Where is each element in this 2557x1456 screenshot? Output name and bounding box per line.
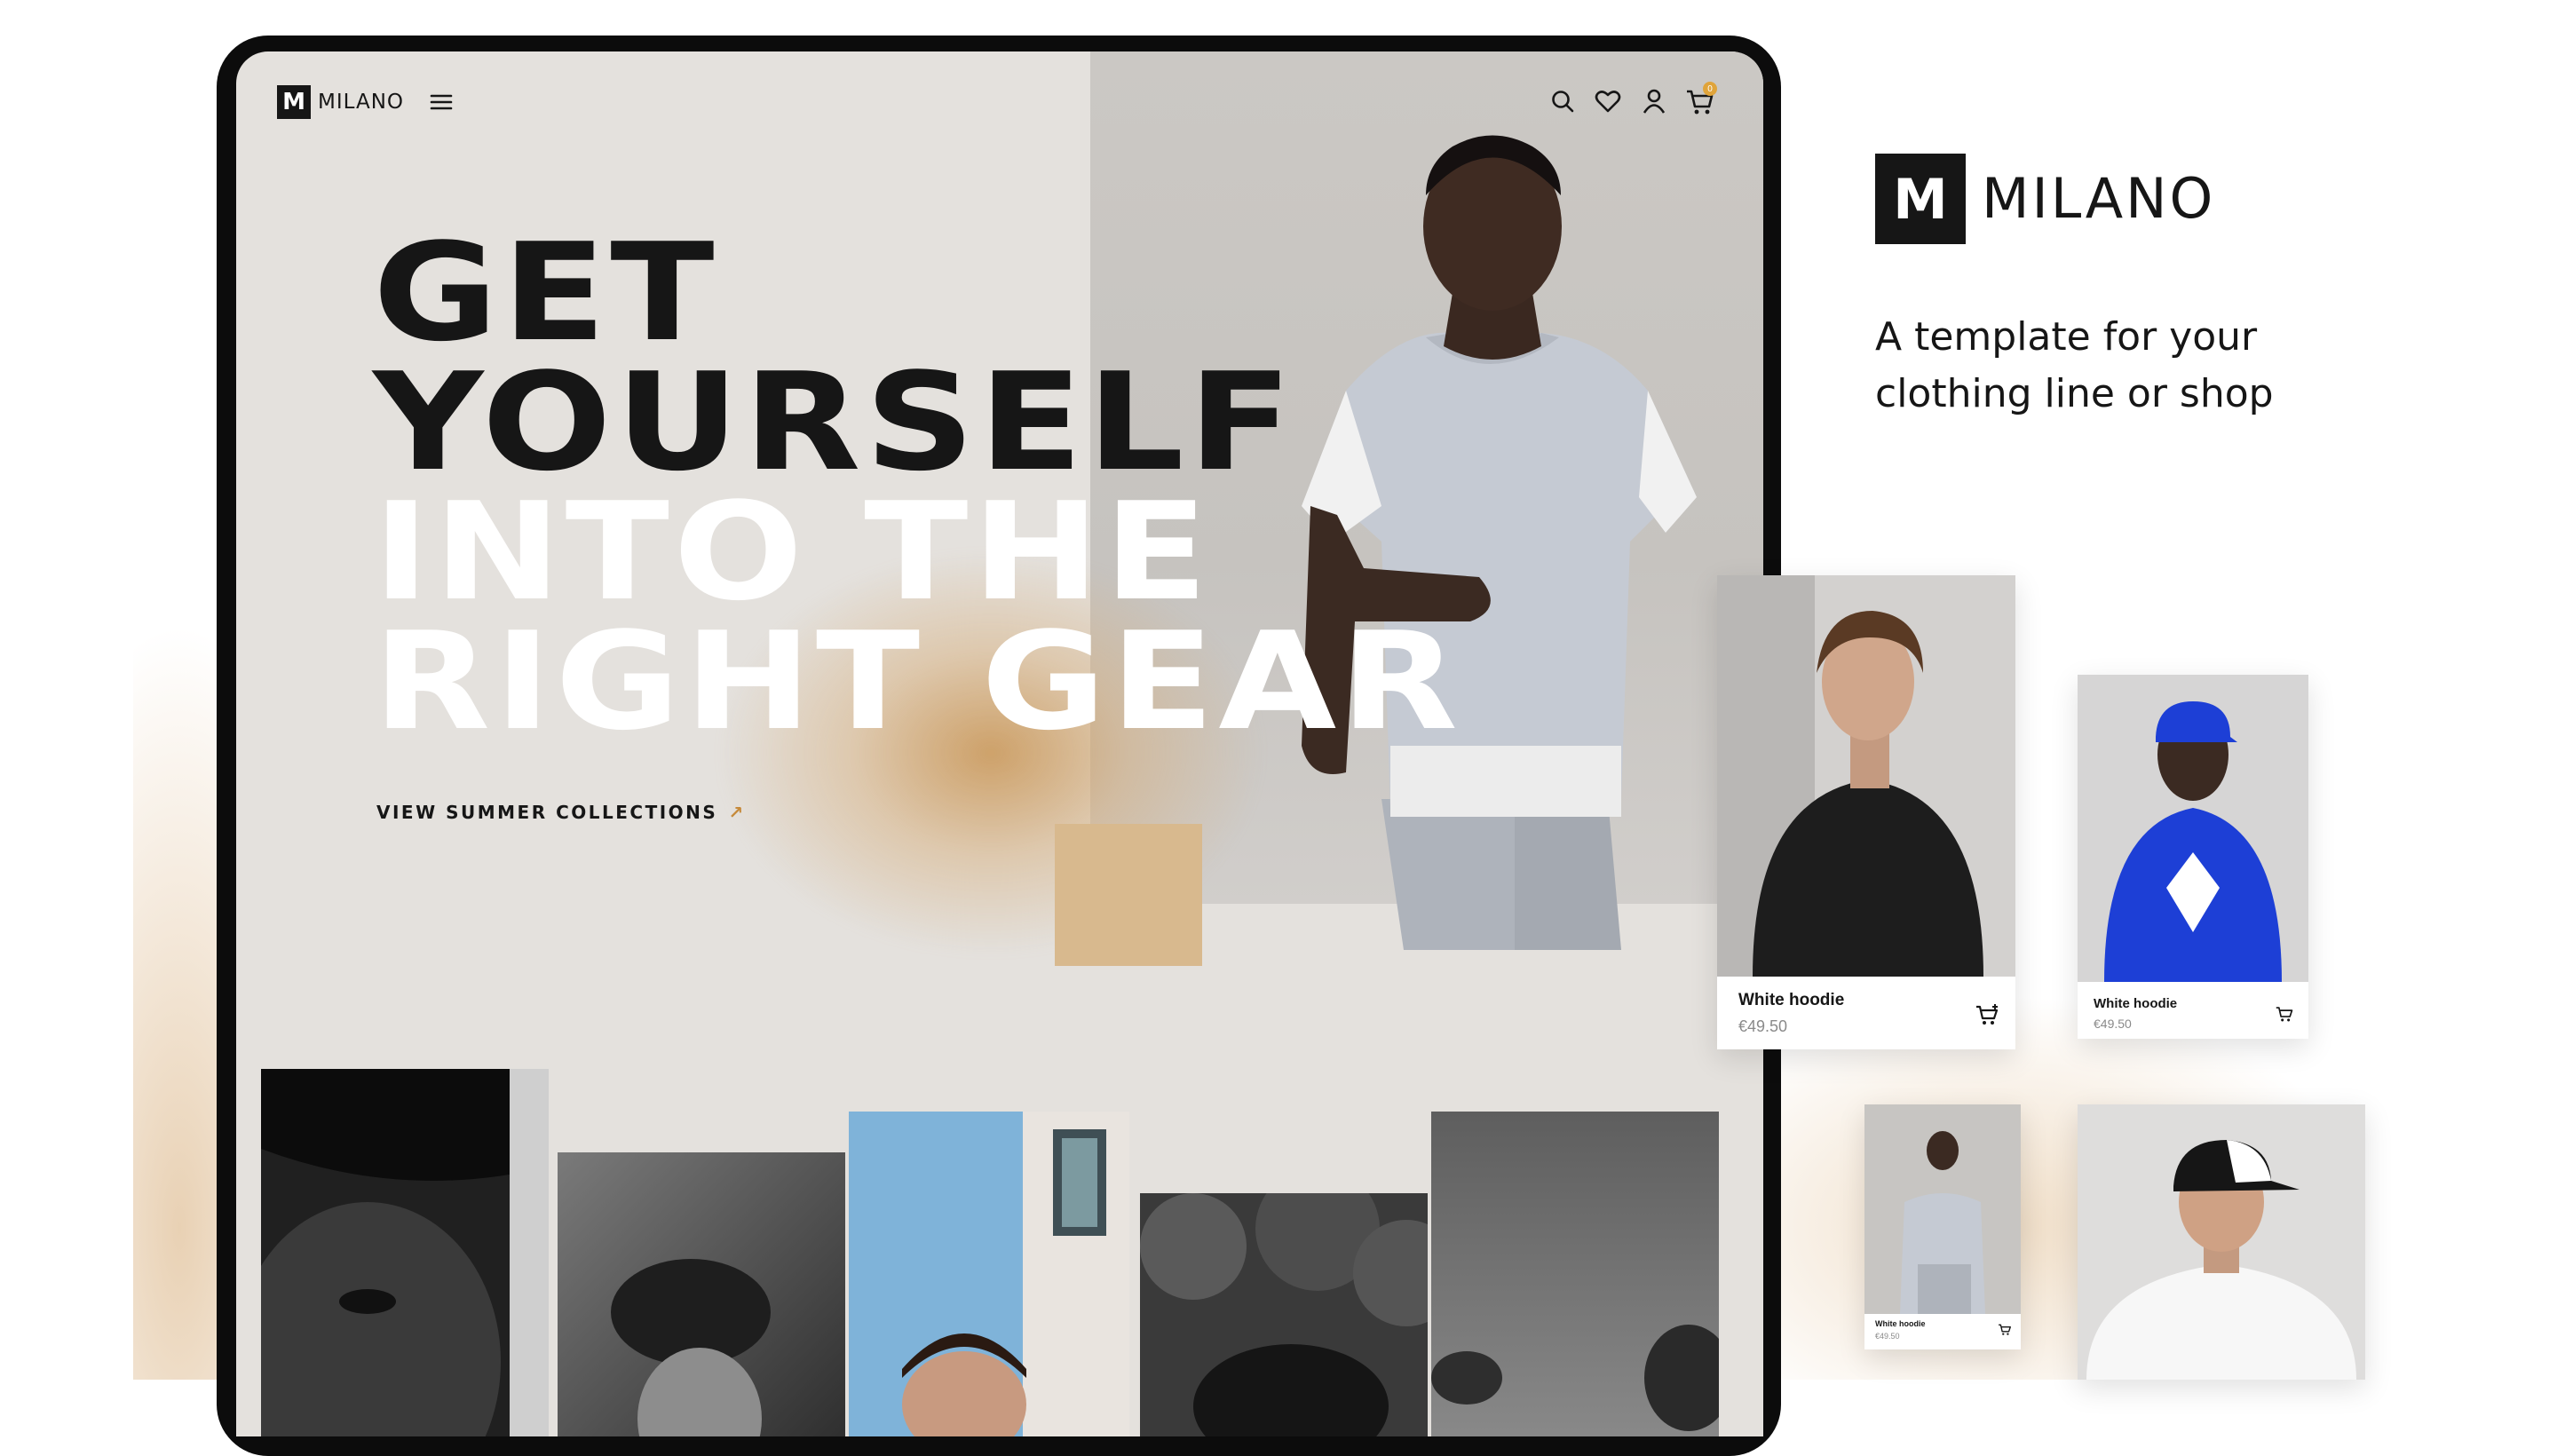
product-photo-3	[1864, 1104, 2021, 1314]
gallery-tile-4[interactable]	[1140, 1193, 1428, 1436]
hamburger-menu-icon[interactable]	[430, 92, 453, 112]
product-price-1: €49.50	[1738, 1017, 1788, 1035]
nav-logo-mark[interactable]: M	[277, 85, 311, 119]
brand-name: MILANO	[1982, 166, 2216, 231]
cta-label: VIEW SUMMER COLLECTIONS	[376, 802, 718, 823]
product-card-3[interactable]: White hoodie €49.50	[1864, 1104, 2021, 1349]
hero-headline-line-4: RIGHT GEAR	[373, 603, 1462, 760]
product-photo-1	[1717, 575, 2015, 977]
hero-headline-line-3: INTO THE	[373, 473, 1213, 630]
cart-count-badge: 0	[1703, 82, 1717, 96]
hero-headline-line-1: GET	[373, 214, 719, 371]
product-price-2: €49.50	[2094, 1017, 2132, 1031]
add-to-cart-icon[interactable]	[2275, 1005, 2294, 1023]
gallery-tile-5[interactable]	[1431, 1112, 1719, 1436]
product-name-1[interactable]: White hoodie	[1738, 991, 1844, 1010]
decorative-tan-square	[1055, 824, 1202, 966]
device-screen: M MILANO 0 GET YOURSELF INTO THE RIGHT G…	[236, 51, 1763, 1436]
hero-model-photo	[1302, 135, 1697, 950]
user-icon[interactable]	[1643, 89, 1666, 114]
heart-icon[interactable]	[1595, 89, 1621, 114]
gallery-tile-3[interactable]	[849, 1112, 1129, 1436]
add-to-cart-icon[interactable]	[1998, 1323, 2012, 1336]
brand-logo-mark: M	[1875, 154, 1966, 244]
brand-tagline: A template for your clothing line or sho…	[1875, 314, 2274, 416]
hero-headline-line-2: YOURSELF	[373, 344, 1296, 501]
gallery-tile-2[interactable]	[558, 1152, 845, 1436]
product-photo-4	[2078, 1104, 2365, 1380]
product-price-3: €49.50	[1875, 1332, 1900, 1341]
arrow-up-right-icon: ↗	[728, 802, 746, 823]
product-card-2[interactable]: White hoodie €49.50	[2078, 675, 2308, 1039]
gallery-tile-1[interactable]	[261, 1069, 549, 1436]
nav-logo-text[interactable]: MILANO	[318, 91, 404, 114]
product-name-3[interactable]: White hoodie	[1875, 1319, 1926, 1328]
product-name-2[interactable]: White hoodie	[2094, 996, 2177, 1011]
product-card-4[interactable]	[2078, 1104, 2365, 1380]
product-card-1[interactable]: White hoodie €49.50	[1717, 575, 2015, 1049]
product-photo-2	[2078, 675, 2308, 982]
add-to-cart-icon[interactable]	[1975, 1003, 1999, 1026]
view-summer-collections-link[interactable]: VIEW SUMMER COLLECTIONS ↗	[376, 802, 746, 823]
search-icon[interactable]	[1550, 89, 1575, 114]
